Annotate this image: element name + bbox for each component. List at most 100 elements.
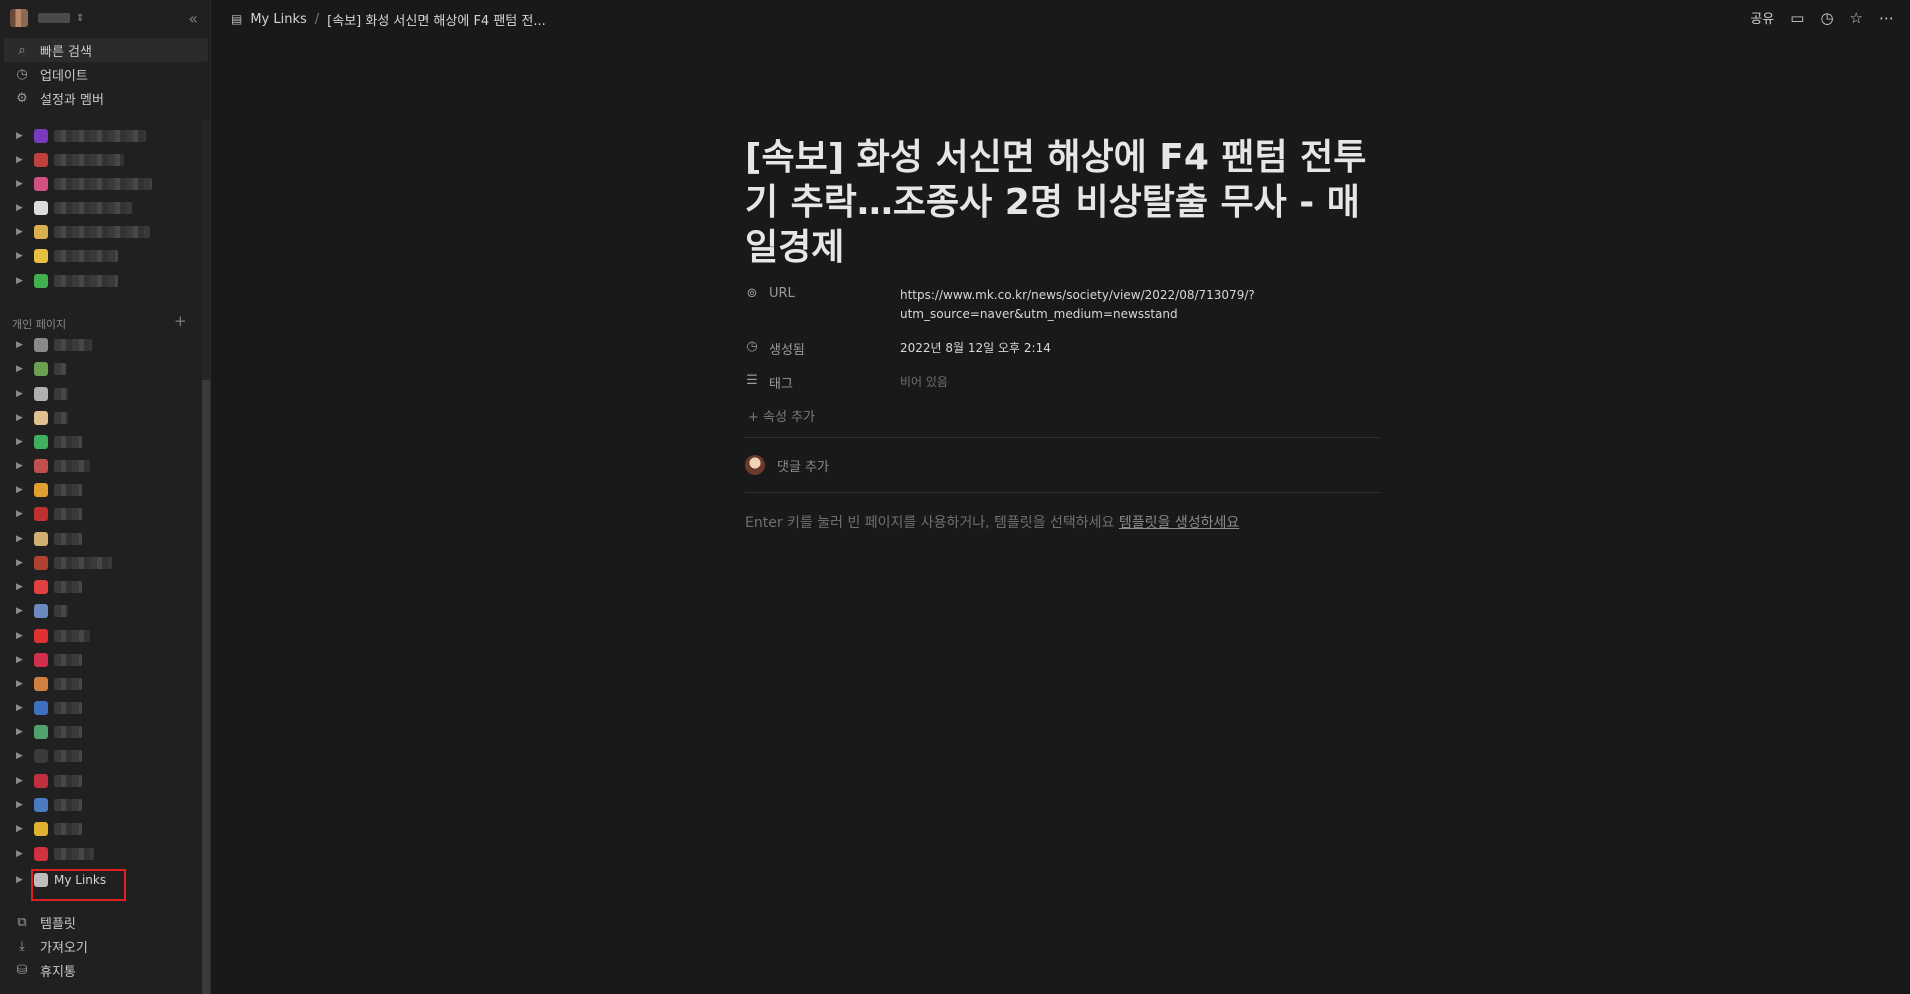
expand-arrow-icon[interactable]: ▶ [16, 364, 23, 374]
tree-item[interactable]: ▶ [0, 358, 200, 380]
breadcrumb-current[interactable]: [속보] 화성 서신면 해상에 F4 팬텀 전... [327, 10, 546, 29]
tree-item[interactable]: ▶ [0, 245, 200, 267]
search-icon: ⌕ [18, 42, 26, 58]
nav-settings[interactable]: ⚙ 설정과 멤버 [4, 86, 208, 110]
tree-item[interactable]: ▶ [0, 528, 200, 550]
property-name[interactable]: 태그 [769, 373, 793, 392]
property-tags: ☰ 태그 비어 있음 [745, 373, 1260, 392]
tree-item[interactable]: ▶ [0, 455, 200, 477]
expand-arrow-icon[interactable]: ▶ [16, 251, 23, 261]
expand-arrow-icon[interactable]: ▶ [16, 558, 23, 568]
expand-arrow-icon[interactable]: ▶ [16, 824, 23, 834]
property-name[interactable]: URL [769, 286, 795, 301]
tree-item[interactable]: ▶ [0, 270, 200, 292]
workspace-switcher[interactable]: ⇕ [0, 0, 202, 36]
add-comment-row[interactable]: 댓글 추가 [745, 455, 829, 475]
tree-item[interactable]: ▶ [0, 649, 200, 671]
tree-item[interactable]: ▶ [0, 697, 200, 719]
sidebar-scrollbar-thumb[interactable] [202, 380, 210, 994]
expand-arrow-icon[interactable]: ▶ [16, 340, 23, 350]
tree-item[interactable]: ▶ [0, 503, 200, 525]
expand-arrow-icon[interactable]: ▶ [16, 606, 23, 616]
nav-updates[interactable]: ◷ 업데이트 [4, 62, 208, 86]
page-emoji-icon [34, 177, 48, 191]
redacted-label [54, 508, 82, 520]
tags-value[interactable]: 비어 있음 [900, 373, 1260, 392]
created-value: 2022년 8월 12일 오후 2:14 [900, 341, 1051, 355]
expand-arrow-icon[interactable]: ▶ [16, 131, 23, 141]
page-title[interactable]: [속보] 화성 서신면 해상에 F4 팬텀 전투기 추락…조종사 2명 비상탈출… [745, 135, 1385, 270]
expand-arrow-icon[interactable]: ▶ [16, 437, 23, 447]
nav-import[interactable]: ⤓ 가져오기 [4, 934, 88, 958]
tree-item[interactable]: ▶ [0, 125, 200, 147]
share-button[interactable]: 공유 [1750, 8, 1774, 27]
expand-arrow-icon[interactable]: ▶ [16, 203, 23, 213]
expand-arrow-icon[interactable]: ▶ [16, 276, 23, 286]
url-value[interactable]: https://www.mk.co.kr/news/society/view/2… [900, 286, 1260, 324]
tree-item[interactable]: ▶ [0, 479, 200, 501]
property-name[interactable]: 생성됨 [769, 339, 805, 358]
tree-item[interactable]: ▶ [0, 721, 200, 743]
add-property-button[interactable]: + 속성 추가 [748, 406, 815, 425]
template-icon: ⧉ [17, 914, 27, 930]
breadcrumb-root[interactable]: My Links [250, 12, 306, 27]
create-template-link[interactable]: 템플릿을 생성하세요 [1119, 515, 1239, 531]
expand-arrow-icon[interactable]: ▶ [16, 875, 23, 885]
expand-arrow-icon[interactable]: ▶ [16, 849, 23, 859]
expand-arrow-icon[interactable]: ▶ [16, 461, 23, 471]
nav-templates[interactable]: ⧉ 템플릿 [4, 910, 76, 934]
nav-trash[interactable]: ⛁ 휴지통 [4, 958, 76, 982]
star-icon[interactable]: ☆ [1850, 9, 1863, 27]
expand-arrow-icon[interactable]: ▶ [16, 582, 23, 592]
expand-arrow-icon[interactable]: ▶ [16, 703, 23, 713]
page-emoji-icon [34, 435, 48, 449]
tree-item[interactable]: ▶ [0, 334, 200, 356]
tree-item[interactable]: ▶ [0, 794, 200, 816]
tree-item[interactable]: ▶ [0, 407, 200, 429]
expand-arrow-icon[interactable]: ▶ [16, 751, 23, 761]
tree-item[interactable]: ▶ [0, 770, 200, 792]
top-actions: 공유 ▭ ◷ ☆ ⋯ [1750, 8, 1894, 28]
comment-icon[interactable]: ▭ [1790, 9, 1804, 27]
tree-item[interactable]: ▶ [0, 625, 200, 647]
redacted-label [54, 154, 124, 166]
expand-arrow-icon[interactable]: ▶ [16, 800, 23, 810]
tree-item[interactable]: ▶ [0, 745, 200, 767]
history-icon[interactable]: ◷ [1820, 9, 1833, 27]
more-icon[interactable]: ⋯ [1879, 9, 1894, 27]
tree-item[interactable]: ▶ [0, 431, 200, 453]
expand-arrow-icon[interactable]: ▶ [16, 655, 23, 665]
expand-arrow-icon[interactable]: ▶ [16, 534, 23, 544]
collapse-sidebar-icon[interactable]: « [188, 9, 198, 28]
nav-quick-search[interactable]: ⌕ 빠른 검색 [4, 38, 208, 62]
page-emoji-icon [34, 507, 48, 521]
tree-item[interactable]: ▶ [0, 600, 200, 622]
tree-item[interactable]: ▶ [0, 173, 200, 195]
expand-arrow-icon[interactable]: ▶ [16, 485, 23, 495]
tree-item[interactable]: ▶ [0, 552, 200, 574]
nav-label: 가져오기 [40, 940, 88, 956]
tree-item[interactable]: ▶ [0, 576, 200, 598]
nav-label: 업데이트 [40, 68, 88, 84]
section-label-private[interactable]: 개인 페이지 [12, 316, 66, 332]
add-comment-label[interactable]: 댓글 추가 [777, 456, 829, 475]
tree-item[interactable]: ▶ [0, 818, 200, 840]
expand-arrow-icon[interactable]: ▶ [16, 413, 23, 423]
expand-arrow-icon[interactable]: ▶ [16, 509, 23, 519]
expand-arrow-icon[interactable]: ▶ [16, 631, 23, 641]
link-icon: ⊚ [746, 286, 758, 301]
expand-arrow-icon[interactable]: ▶ [16, 727, 23, 737]
add-page-icon[interactable]: + [174, 312, 187, 330]
tree-item[interactable]: ▶ [0, 197, 200, 219]
expand-arrow-icon[interactable]: ▶ [16, 679, 23, 689]
tree-item[interactable]: ▶ [0, 383, 200, 405]
expand-arrow-icon[interactable]: ▶ [16, 227, 23, 237]
expand-arrow-icon[interactable]: ▶ [16, 776, 23, 786]
expand-arrow-icon[interactable]: ▶ [16, 179, 23, 189]
tree-item[interactable]: ▶ [0, 221, 200, 243]
tree-item[interactable]: ▶ [0, 149, 200, 171]
tree-item[interactable]: ▶ [0, 673, 200, 695]
expand-arrow-icon[interactable]: ▶ [16, 389, 23, 399]
expand-arrow-icon[interactable]: ▶ [16, 155, 23, 165]
tree-item[interactable]: ▶ [0, 843, 200, 865]
